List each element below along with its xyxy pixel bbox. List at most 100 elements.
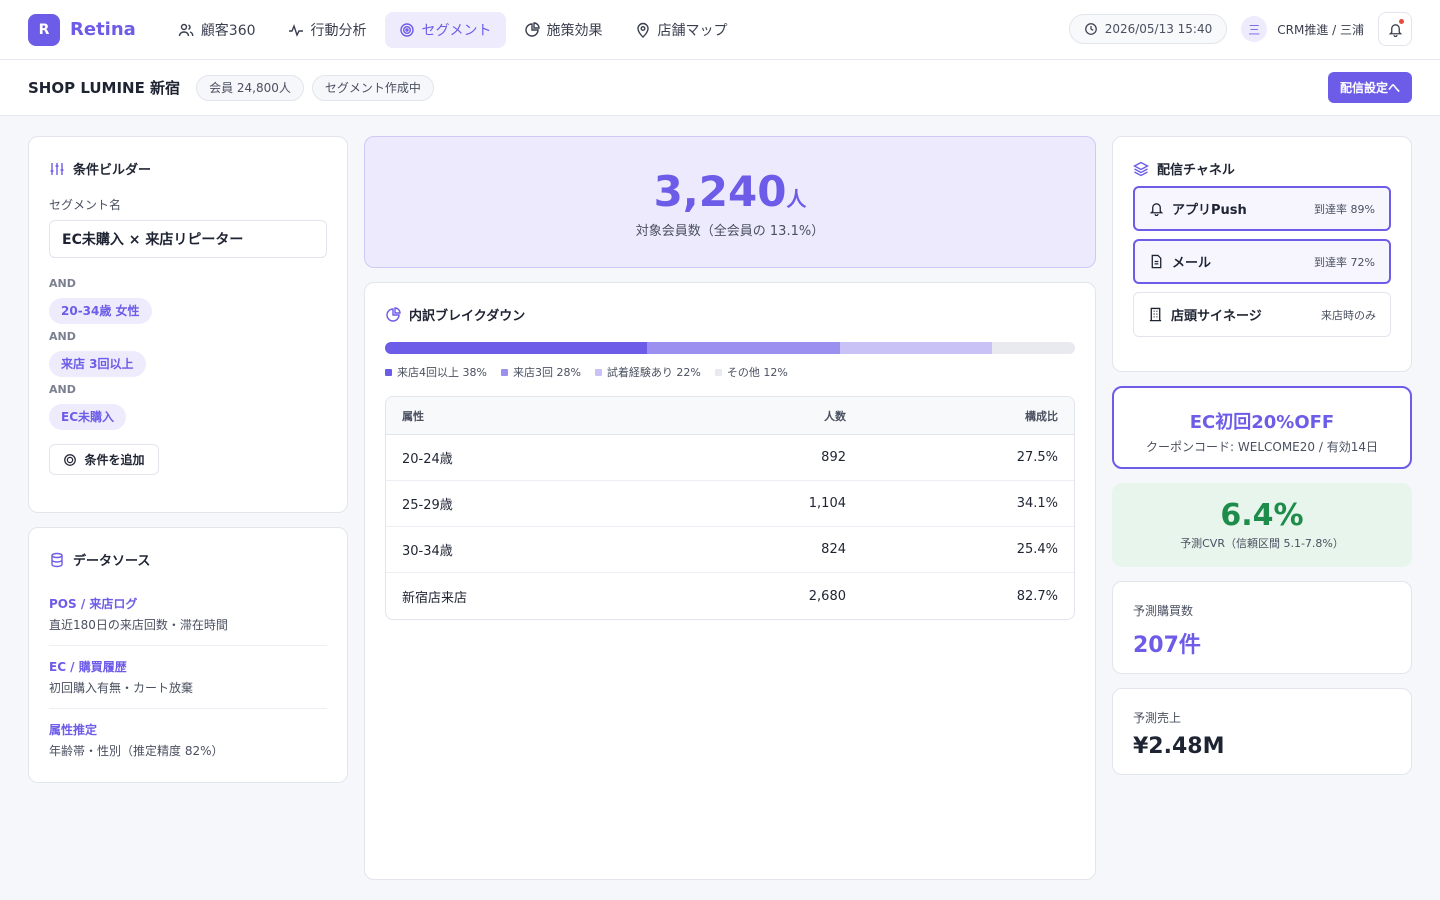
cell-attribute: 20-24歳 (402, 452, 453, 467)
builder-title-text: 条件ビルダー (73, 163, 152, 178)
sub-header: SHOP LUMINE 新宿 会員 24,800人 セグメント作成中 配信設定へ (0, 60, 1440, 116)
user-menu[interactable]: 三 CRM推進 / 三浦 (1241, 16, 1364, 42)
segment-name-label: セグメント名 (49, 198, 122, 212)
pie-icon (386, 306, 401, 322)
datasource-title-text: データソース (73, 554, 151, 569)
status-badge: セグメント作成中 (311, 74, 434, 101)
legend-item: 試着経験あり 22% (594, 364, 701, 380)
nav-label: セグメント (421, 22, 492, 39)
app-logo[interactable]: R Retina (28, 13, 136, 46)
datasource-item: EC / 購買履歴 初回購入有無・カート放棄 (49, 646, 327, 709)
predicted-cvr-card: 6.4% 予測CVR（信頼区間 5.1-7.8%） (1112, 483, 1412, 567)
condition-builder-card: 条件ビルダー セグメント名 EC未購入 × 来店リピーター AND 20-34歳… (28, 136, 348, 513)
nav-item-behavior[interactable]: 行動分析 (274, 12, 381, 48)
channel-title-text: 配信チャネル (1157, 163, 1235, 178)
nav-label: 行動分析 (310, 22, 367, 39)
breakdown-stacked-bar (385, 342, 1075, 354)
target-count: 3,240人 (365, 167, 1095, 216)
segment-name-input[interactable]: EC未購入 × 来店リピーター (49, 220, 327, 258)
column-header-ratio[interactable]: 構成比 (846, 408, 1074, 424)
kpi-label: 予測購買数 (1133, 604, 1194, 618)
pie-icon (524, 21, 540, 37)
legend-swatch (385, 368, 392, 376)
nav-item-segment[interactable]: セグメント (384, 11, 506, 48)
shop-name: SHOP LUMINE 新宿 (28, 79, 181, 97)
table-row[interactable]: 新宿店来店 2,680 82.7% (386, 573, 1074, 619)
cell-ratio: 34.1% (1016, 496, 1058, 511)
nav-item-store-map[interactable]: 店舗マップ (621, 12, 742, 48)
main-nav: 顧客360 行動分析 セグメント 施策効果 店舗マップ (164, 11, 742, 48)
coupon-title: EC初回20%OFF (1189, 412, 1335, 433)
condition-chip-visits[interactable]: 来店 3回以上 (49, 351, 146, 377)
bar-segment (385, 342, 648, 354)
cell-count: 824 (821, 542, 846, 557)
table-row[interactable]: 25-29歳 1,104 34.1% (386, 481, 1074, 527)
cell-attribute: 25-29歳 (402, 498, 453, 513)
bar-segment (992, 342, 1075, 354)
column-header-count[interactable]: 人数 (686, 408, 846, 424)
channel-email[interactable]: メール 到達率 72% (1133, 239, 1391, 284)
condition-chip-age-gender[interactable]: 20-34歳 女性 (49, 298, 152, 324)
target-count-sub: 対象会員数（全会員の 13.1%） (635, 224, 825, 239)
add-condition-button[interactable]: 条件を追加 (49, 444, 159, 475)
cell-count: 2,680 (808, 588, 846, 604)
and-operator: AND (49, 383, 76, 396)
column-header-attribute[interactable]: 属性 (386, 408, 686, 424)
breakdown-legend: 来店4回以上 38% 来店3回 28% 試着経験あり 22% その他 12% (385, 364, 1075, 380)
datasource-item: 属性推定 年齢帯・性別（推定精度 82%） (49, 709, 327, 771)
breakdown-title-text: 内訳ブレイクダウン (409, 309, 526, 324)
notifications-button[interactable] (1378, 12, 1412, 46)
table-row[interactable]: 30-34歳 824 25.4% (386, 527, 1074, 573)
target-count-value: 3,240 (653, 167, 787, 216)
legend-label: 来店3回 28% (512, 366, 581, 379)
channel-rate: 到達率 72% (1314, 255, 1375, 269)
building-icon (1149, 307, 1162, 322)
channel-app-push[interactable]: アプリPush 到達率 89% (1133, 186, 1391, 231)
target-count-unit: 人 (786, 187, 807, 211)
target-count-card: 3,240人 対象会員数（全会員の 13.1%） (364, 136, 1096, 268)
datasource-name[interactable]: POS / 来店ログ (49, 595, 327, 612)
notification-dot (1399, 19, 1404, 24)
breakdown-card: 内訳ブレイクダウン 来店4回以上 38% 来店3回 28% 試着経験あり 22%… (364, 282, 1096, 880)
table-row[interactable]: 20-24歳 892 27.5% (386, 435, 1074, 481)
channel-name: アプリPush (1172, 203, 1247, 218)
logo-mark: R (28, 13, 60, 46)
delivery-settings-button[interactable]: 配信設定へ (1327, 72, 1412, 103)
datasource-name[interactable]: EC / 購買履歴 (49, 658, 327, 675)
legend-label: 来店4回以上 38% (397, 366, 487, 379)
document-icon (1151, 254, 1162, 269)
legend-label: 試着経験あり 22% (606, 366, 701, 379)
cell-count: 1,104 (808, 496, 846, 511)
legend-item: 来店4回以上 38% (385, 364, 487, 380)
datasource-name[interactable]: 属性推定 (49, 721, 327, 738)
coupon-card[interactable]: EC初回20%OFF クーポンコード: WELCOME20 / 有効14日 (1112, 386, 1412, 469)
channel-signage[interactable]: 店頭サイネージ 来店時のみ (1133, 292, 1391, 337)
breakdown-title: 内訳ブレイクダウン (385, 305, 1075, 324)
legend-swatch (594, 368, 602, 376)
activity-icon (288, 23, 303, 37)
channel-card: 配信チャネル アプリPush 到達率 89% メール 到達率 72% 店頭サイネ… (1112, 136, 1412, 372)
predicted-sales-card: 予測売上 ¥2.48M (1112, 688, 1412, 775)
predicted-cvr-sub: 予測CVR（信頼区間 5.1-7.8%） (1180, 537, 1344, 550)
nav-item-effect[interactable]: 施策効果 (510, 12, 617, 48)
channel-name: 店頭サイネージ (1171, 309, 1262, 324)
clock-icon (1084, 23, 1097, 35)
nav-item-customer360[interactable]: 顧客360 (164, 12, 270, 48)
app-name: Retina (70, 19, 136, 40)
top-navbar: R Retina 顧客360 行動分析 セグメント 施策効果 店舗マップ 202… (0, 0, 1440, 60)
breakdown-table: 属性 人数 構成比 20-24歳 892 27.5% 25-29歳 1,104 … (385, 396, 1075, 620)
channel-rate: 到達率 89% (1314, 202, 1375, 216)
channel-list: アプリPush 到達率 89% メール 到達率 72% 店頭サイネージ 来店時の… (1133, 186, 1391, 337)
datasource-title: データソース (49, 550, 327, 569)
kpi-value: 207件 (1133, 633, 1201, 658)
target-icon (64, 453, 77, 466)
legend-swatch (714, 368, 722, 376)
user-name: CRM推進 / 三浦 (1277, 22, 1364, 37)
target-icon (399, 22, 414, 37)
cell-attribute: 30-34歳 (402, 544, 453, 559)
condition-chip-ec[interactable]: EC未購入 (49, 404, 127, 430)
coupon-code: クーポンコード: WELCOME20 / 有効14日 (1146, 440, 1378, 454)
map-pin-icon (636, 22, 649, 38)
nav-label: 店舗マップ (657, 22, 728, 39)
avatar: 三 (1241, 16, 1268, 42)
